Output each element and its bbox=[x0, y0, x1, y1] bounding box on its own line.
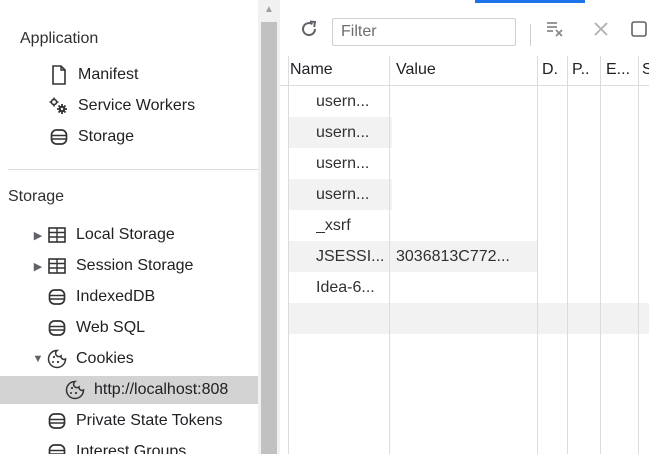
refresh-button[interactable] bbox=[294, 16, 324, 46]
sidebar-item-label: Interest Groups bbox=[76, 443, 187, 454]
scrollbar-thumb[interactable] bbox=[261, 22, 277, 454]
clear-filtered-cookies-button[interactable] bbox=[540, 16, 570, 46]
clear-filtered-icon bbox=[545, 20, 565, 43]
sidebar-item-label: Private State Tokens bbox=[76, 412, 223, 429]
gears-icon bbox=[48, 96, 70, 116]
cookie-name-cell[interactable]: JSESSI... bbox=[316, 241, 386, 272]
column-header-value[interactable]: Value bbox=[386, 56, 536, 84]
cookie-name-cell[interactable]: usern... bbox=[316, 148, 386, 179]
sidebar-item-session-storage[interactable]: ▶ Session Storage bbox=[0, 252, 258, 280]
delete-cookie-button[interactable] bbox=[588, 16, 614, 46]
sidebar-item-storage[interactable]: Storage bbox=[0, 123, 258, 151]
database-icon bbox=[46, 442, 68, 454]
expand-arrow-icon[interactable]: ▶ bbox=[32, 260, 44, 273]
cookie-name-cell[interactable]: usern... bbox=[316, 179, 386, 210]
grid-icon bbox=[46, 225, 68, 245]
cookie-icon bbox=[64, 380, 86, 400]
database-icon bbox=[46, 411, 68, 431]
column-header-name[interactable]: Name bbox=[280, 56, 389, 84]
column-divider[interactable] bbox=[537, 56, 538, 454]
column-header-size[interactable]: S bbox=[636, 56, 649, 84]
sidebar-item-interest-groups[interactable]: Interest Groups bbox=[0, 438, 258, 454]
cookies-toolbar bbox=[280, 10, 649, 50]
section-divider bbox=[8, 169, 258, 170]
document-icon bbox=[48, 65, 70, 85]
sidebar-item-label: Service Workers bbox=[78, 97, 196, 114]
toolbar-divider bbox=[530, 24, 531, 46]
sidebar-item-local-storage[interactable]: ▶ Local Storage bbox=[0, 221, 258, 249]
column-divider[interactable] bbox=[389, 56, 390, 454]
sidebar-item-private-state-tokens[interactable]: Private State Tokens bbox=[0, 407, 258, 435]
cookie-value-cell[interactable]: 3036813C772... bbox=[396, 241, 536, 272]
column-header-expires[interactable]: E... bbox=[596, 56, 638, 84]
column-divider[interactable] bbox=[600, 56, 601, 454]
sidebar-item-cookies[interactable]: ▼ Cookies bbox=[0, 345, 258, 373]
cookie-name-cell[interactable]: Idea-6... bbox=[316, 272, 386, 303]
application-sidebar: Application Manifest Service Workers Sto… bbox=[0, 0, 258, 454]
sidebar-item-manifest[interactable]: Manifest bbox=[0, 61, 258, 89]
sidebar-item-label: Cookies bbox=[76, 350, 134, 367]
cookie-name-cell[interactable]: _xsrf bbox=[316, 210, 386, 241]
only-issues-checkbox[interactable] bbox=[628, 16, 649, 46]
column-divider[interactable] bbox=[567, 56, 568, 454]
application-section-header: Application bbox=[20, 30, 99, 47]
expand-arrow-icon[interactable]: ▶ bbox=[32, 229, 44, 242]
column-header-path[interactable]: P.. bbox=[562, 56, 600, 84]
storage-section-header: Storage bbox=[8, 188, 65, 205]
column-divider[interactable] bbox=[638, 56, 639, 454]
close-icon bbox=[593, 21, 609, 42]
grid-icon bbox=[46, 256, 68, 276]
cookie-name-cell[interactable]: usern... bbox=[316, 117, 386, 148]
column-divider[interactable] bbox=[288, 56, 289, 454]
checkbox-icon bbox=[630, 20, 648, 43]
sidebar-item-label: Web SQL bbox=[76, 319, 146, 336]
sidebar-item-label: Storage bbox=[78, 128, 135, 145]
refresh-icon bbox=[299, 19, 319, 44]
sidebar-item-web-sql[interactable]: Web SQL bbox=[0, 314, 258, 342]
active-tab-indicator bbox=[475, 0, 585, 3]
sidebar-item-indexeddb[interactable]: IndexedDB bbox=[0, 283, 258, 311]
filter-field[interactable] bbox=[332, 18, 516, 46]
sidebar-scrollbar[interactable]: ▲ bbox=[258, 0, 280, 454]
sidebar-item-cookie-origin[interactable]: http://localhost:808 bbox=[0, 376, 258, 404]
cookie-icon bbox=[46, 349, 68, 369]
sidebar-item-service-workers[interactable]: Service Workers bbox=[0, 92, 258, 120]
cookie-name-cell[interactable]: usern... bbox=[316, 86, 386, 117]
scroll-up-arrow-icon[interactable]: ▲ bbox=[258, 4, 280, 15]
cookies-panel: Name Value D. P.. E... S usern... usern.… bbox=[280, 0, 649, 454]
sidebar-item-label: Local Storage bbox=[76, 226, 175, 243]
empty-row-stripe bbox=[288, 303, 649, 334]
sidebar-item-label: IndexedDB bbox=[76, 288, 156, 305]
filter-input[interactable] bbox=[333, 19, 515, 45]
collapse-arrow-icon[interactable]: ▼ bbox=[32, 353, 44, 365]
database-icon bbox=[46, 287, 68, 307]
cookies-table: Name Value D. P.. E... S usern... usern.… bbox=[280, 56, 649, 454]
sidebar-item-label: http://localhost:808 bbox=[94, 381, 229, 398]
sidebar-item-label: Manifest bbox=[78, 66, 139, 83]
sidebar-item-label: Session Storage bbox=[76, 257, 194, 274]
database-icon bbox=[46, 318, 68, 338]
database-icon bbox=[48, 127, 70, 147]
